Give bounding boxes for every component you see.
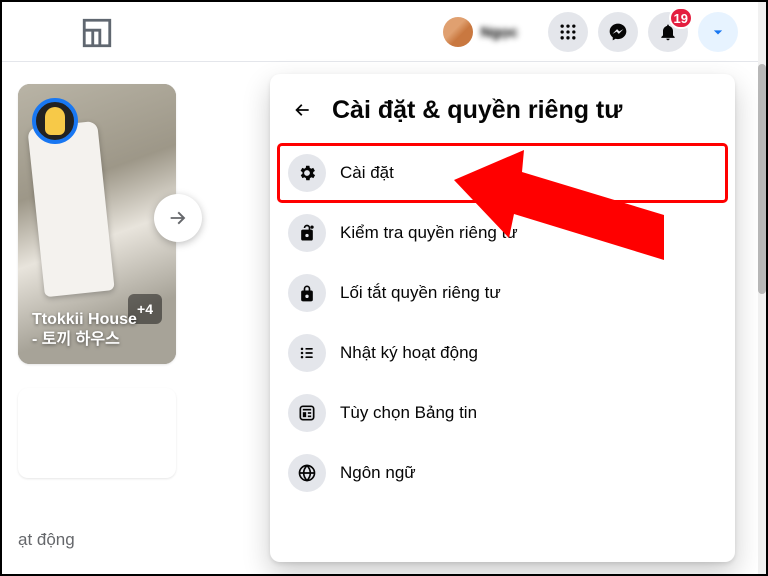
avatar (443, 17, 473, 47)
header-nav: 19 (548, 12, 738, 52)
arrow-right-icon (167, 207, 189, 229)
profile-chip[interactable]: Ngọc (439, 12, 529, 52)
secondary-card (18, 388, 176, 478)
menu-item-label: Nhật ký hoạt động (340, 343, 478, 363)
notification-badge: 19 (669, 7, 693, 29)
lock-icon (297, 283, 317, 303)
story-next-button[interactable] (154, 194, 202, 242)
story-title: Ttokkii House - 토끼 하우스 (32, 310, 162, 350)
menu-item-label: Kiểm tra quyền riêng tư (340, 223, 518, 243)
menu-item-privacy-shortcut[interactable]: Lối tắt quyền riêng tư (278, 264, 727, 322)
profile-name: Ngọc (481, 24, 519, 41)
site-logo[interactable] (80, 16, 114, 50)
menu-item-news-feed-preferences[interactable]: Tùy chọn Bảng tin (278, 384, 727, 442)
menu-item-label: Lối tắt quyền riêng tư (340, 283, 501, 303)
dropdown-header: Cài đặt & quyền riêng tư (278, 84, 727, 142)
gear-icon (297, 163, 317, 183)
arrow-left-icon (292, 100, 312, 120)
menu-item-settings[interactable]: Cài đặt (278, 144, 727, 202)
story-avatar (32, 98, 78, 144)
scrollbar-thumb[interactable] (758, 64, 766, 294)
bottom-label: ạt động (18, 530, 75, 550)
account-dropdown: Cài đặt & quyền riêng tư Cài đặt Kiểm tr… (270, 74, 735, 562)
dropdown-title: Cài đặt & quyền riêng tư (332, 96, 622, 125)
menu-item-privacy-checkup[interactable]: Kiểm tra quyền riêng tư (278, 204, 727, 262)
story-card[interactable]: +4 Ttokkii House - 토끼 하우스 (18, 84, 176, 364)
menu-button[interactable] (548, 12, 588, 52)
menu-item-label: Ngôn ngữ (340, 463, 416, 483)
menu-item-label: Tùy chọn Bảng tin (340, 403, 477, 423)
menu-item-activity-log[interactable]: Nhật ký hoạt động (278, 324, 727, 382)
menu-item-language[interactable]: Ngôn ngữ (278, 444, 727, 502)
notifications-button[interactable]: 19 (648, 12, 688, 52)
messenger-icon (608, 22, 628, 42)
back-button[interactable] (284, 92, 320, 128)
menu-item-label: Cài đặt (340, 163, 394, 183)
globe-icon (297, 463, 317, 483)
messenger-button[interactable] (598, 12, 638, 52)
account-button[interactable] (698, 12, 738, 52)
lock-open-icon (297, 223, 317, 243)
grid-icon (558, 22, 578, 42)
list-icon (297, 343, 317, 363)
feed-icon (297, 403, 317, 423)
caret-down-icon (708, 22, 728, 42)
top-bar: Ngọc 19 (2, 2, 758, 62)
